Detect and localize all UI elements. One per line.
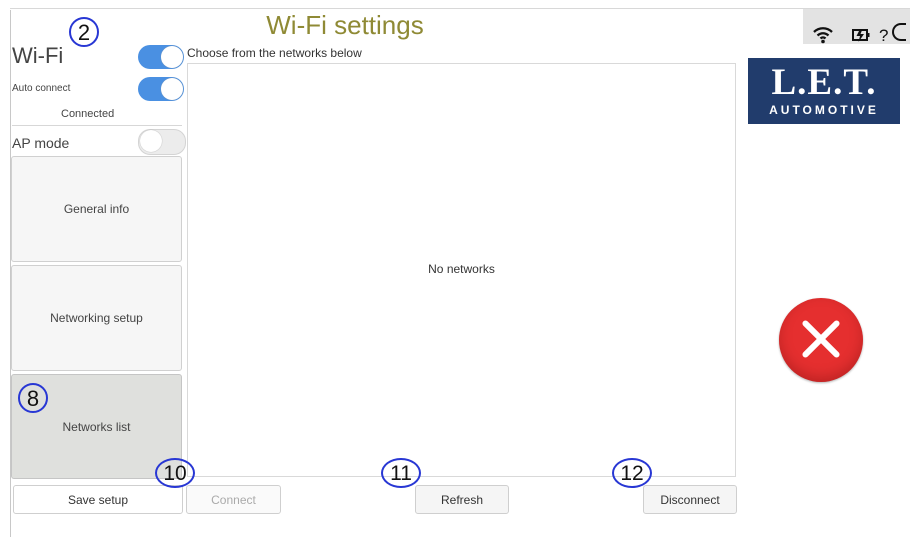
annotation-badge-10: 10 [155, 458, 195, 488]
wifi-toggle[interactable] [138, 45, 184, 69]
status-divider [12, 125, 182, 126]
wifi-icon [813, 26, 833, 49]
status-bar: ? [803, 9, 910, 45]
no-networks-message: No networks [428, 262, 495, 276]
clock-icon [892, 23, 906, 41]
connect-button[interactable]: Connect [186, 485, 281, 514]
annotation-badge-8: 8 [18, 383, 48, 413]
disconnect-button[interactable]: Disconnect [643, 485, 737, 514]
general-info-card[interactable]: General info [11, 156, 182, 262]
connection-status: Connected [61, 108, 115, 120]
auto-connect-toggle[interactable] [138, 77, 184, 101]
ap-mode-label: AP mode [12, 135, 70, 151]
battery-charging-icon [851, 26, 871, 49]
error-x-icon [779, 298, 863, 382]
networks-instruction: Choose from the networks below [187, 46, 362, 60]
ap-mode-toggle[interactable] [138, 129, 186, 155]
networking-setup-card[interactable]: Networking setup [11, 265, 182, 371]
save-setup-button[interactable]: Save setup [13, 485, 183, 514]
logo-main-text: L.E.T. [771, 62, 877, 103]
annotation-badge-12: 12 [612, 458, 652, 488]
logo-subtitle: AUTOMOTIVE [769, 103, 879, 117]
refresh-button[interactable]: Refresh [415, 485, 509, 514]
question-icon: ? [879, 26, 889, 45]
let-automotive-logo: L.E.T. AUTOMOTIVE [748, 58, 900, 124]
annotation-badge-11: 11 [381, 458, 421, 488]
top-border [10, 8, 910, 9]
annotation-badge-2: 2 [69, 17, 99, 47]
wifi-label: Wi-Fi [12, 43, 64, 68]
auto-connect-label: Auto connect [12, 83, 71, 94]
page-title: Wi-Fi settings [266, 10, 424, 40]
